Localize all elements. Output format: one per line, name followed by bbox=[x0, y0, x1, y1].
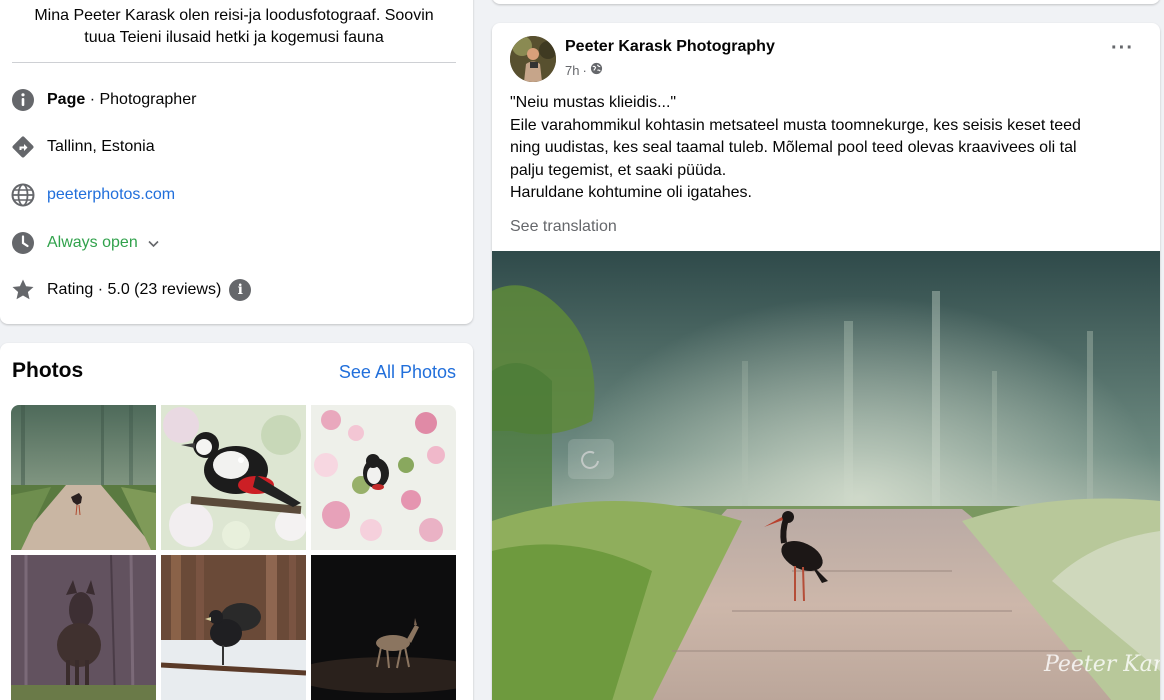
photo-thumb-blossom[interactable] bbox=[311, 405, 456, 550]
page: Mina Peeter Karask olen reisi-ja loodusf… bbox=[0, 0, 1164, 700]
category-label: Page bbox=[47, 91, 86, 108]
photos-title: Photos bbox=[12, 359, 84, 382]
chevron-down-icon[interactable] bbox=[148, 236, 159, 251]
photos-card: Photos See All Photos bbox=[0, 343, 473, 700]
photo-thumb-moose[interactable] bbox=[11, 555, 156, 700]
avatar[interactable] bbox=[510, 36, 556, 82]
bio-text: Mina Peeter Karask olen reisi-ja loodusf… bbox=[12, 5, 456, 49]
location-row[interactable]: Tallinn, Estonia bbox=[10, 133, 155, 161]
meta-dot: · bbox=[582, 62, 587, 78]
category-row: Page · Photographer bbox=[10, 86, 196, 114]
see-all-photos-link[interactable]: See All Photos bbox=[339, 362, 456, 383]
previous-post-card bbox=[492, 0, 1160, 4]
photo-thumb-stork[interactable] bbox=[11, 405, 156, 550]
rating-text: Rating · 5.0 (23 reviews) bbox=[47, 281, 222, 298]
post-text: "Neiu mustas klieidis..." Eile varahommi… bbox=[510, 92, 1140, 205]
photo-thumb-capercaillie[interactable] bbox=[161, 555, 306, 700]
bio-line-2: tuua Teieni ilusaid hetki ja kogemusi fa… bbox=[84, 29, 384, 46]
hours-row[interactable]: Always open bbox=[10, 229, 159, 257]
photo-thumb-woodpecker[interactable] bbox=[161, 405, 306, 550]
photo-thumb-deer[interactable] bbox=[311, 555, 456, 700]
clock-icon bbox=[10, 230, 36, 256]
bio-line-1: Mina Peeter Karask olen reisi-ja loodusf… bbox=[34, 7, 434, 24]
post-line-2: Eile varahommikul kohtasin metsateel mus… bbox=[510, 116, 1081, 134]
website-link[interactable]: peeterphotos.com bbox=[47, 186, 175, 204]
globe-icon bbox=[10, 182, 36, 208]
post-meta: 7h · bbox=[565, 62, 603, 78]
rating-info-icon[interactable]: i bbox=[229, 279, 252, 301]
globe-icon bbox=[590, 62, 603, 78]
post-line-5: Haruldane kohtumine oli igatahes. bbox=[510, 184, 752, 201]
more-options-button[interactable]: ··· bbox=[1111, 37, 1134, 60]
star-icon bbox=[10, 277, 36, 303]
post-line-1: "Neiu mustas klieidis..." bbox=[510, 94, 677, 111]
intro-card: Mina Peeter Karask olen reisi-ja loodusf… bbox=[0, 0, 473, 324]
post-line-3: ning uudistas, kes seal taamal tuleb. Mõ… bbox=[510, 139, 1077, 156]
see-translation-link[interactable]: See translation bbox=[510, 218, 617, 236]
post-time[interactable]: 7h bbox=[565, 63, 579, 78]
post-author[interactable]: Peeter Karask Photography bbox=[565, 38, 775, 56]
post-line-4: palju tegemist, et saaki püüda. bbox=[510, 161, 727, 179]
divider bbox=[12, 62, 456, 63]
hours-text: Always open bbox=[47, 234, 138, 251]
watermark: Peeter Karask bbox=[1043, 652, 1160, 677]
website-row[interactable]: peeterphotos.com bbox=[10, 181, 175, 209]
category-sep: · bbox=[85, 91, 100, 108]
rating-row: Rating · 5.0 (23 reviews) i bbox=[10, 276, 252, 304]
info-icon bbox=[10, 87, 36, 113]
post-card: Peeter Karask Photography 7h · ··· "Neiu… bbox=[492, 23, 1160, 700]
location-text: Tallinn, Estonia bbox=[47, 138, 155, 155]
loading-spinner-icon bbox=[568, 439, 614, 479]
directions-icon bbox=[10, 134, 36, 160]
category-value: Photographer bbox=[99, 91, 197, 108]
